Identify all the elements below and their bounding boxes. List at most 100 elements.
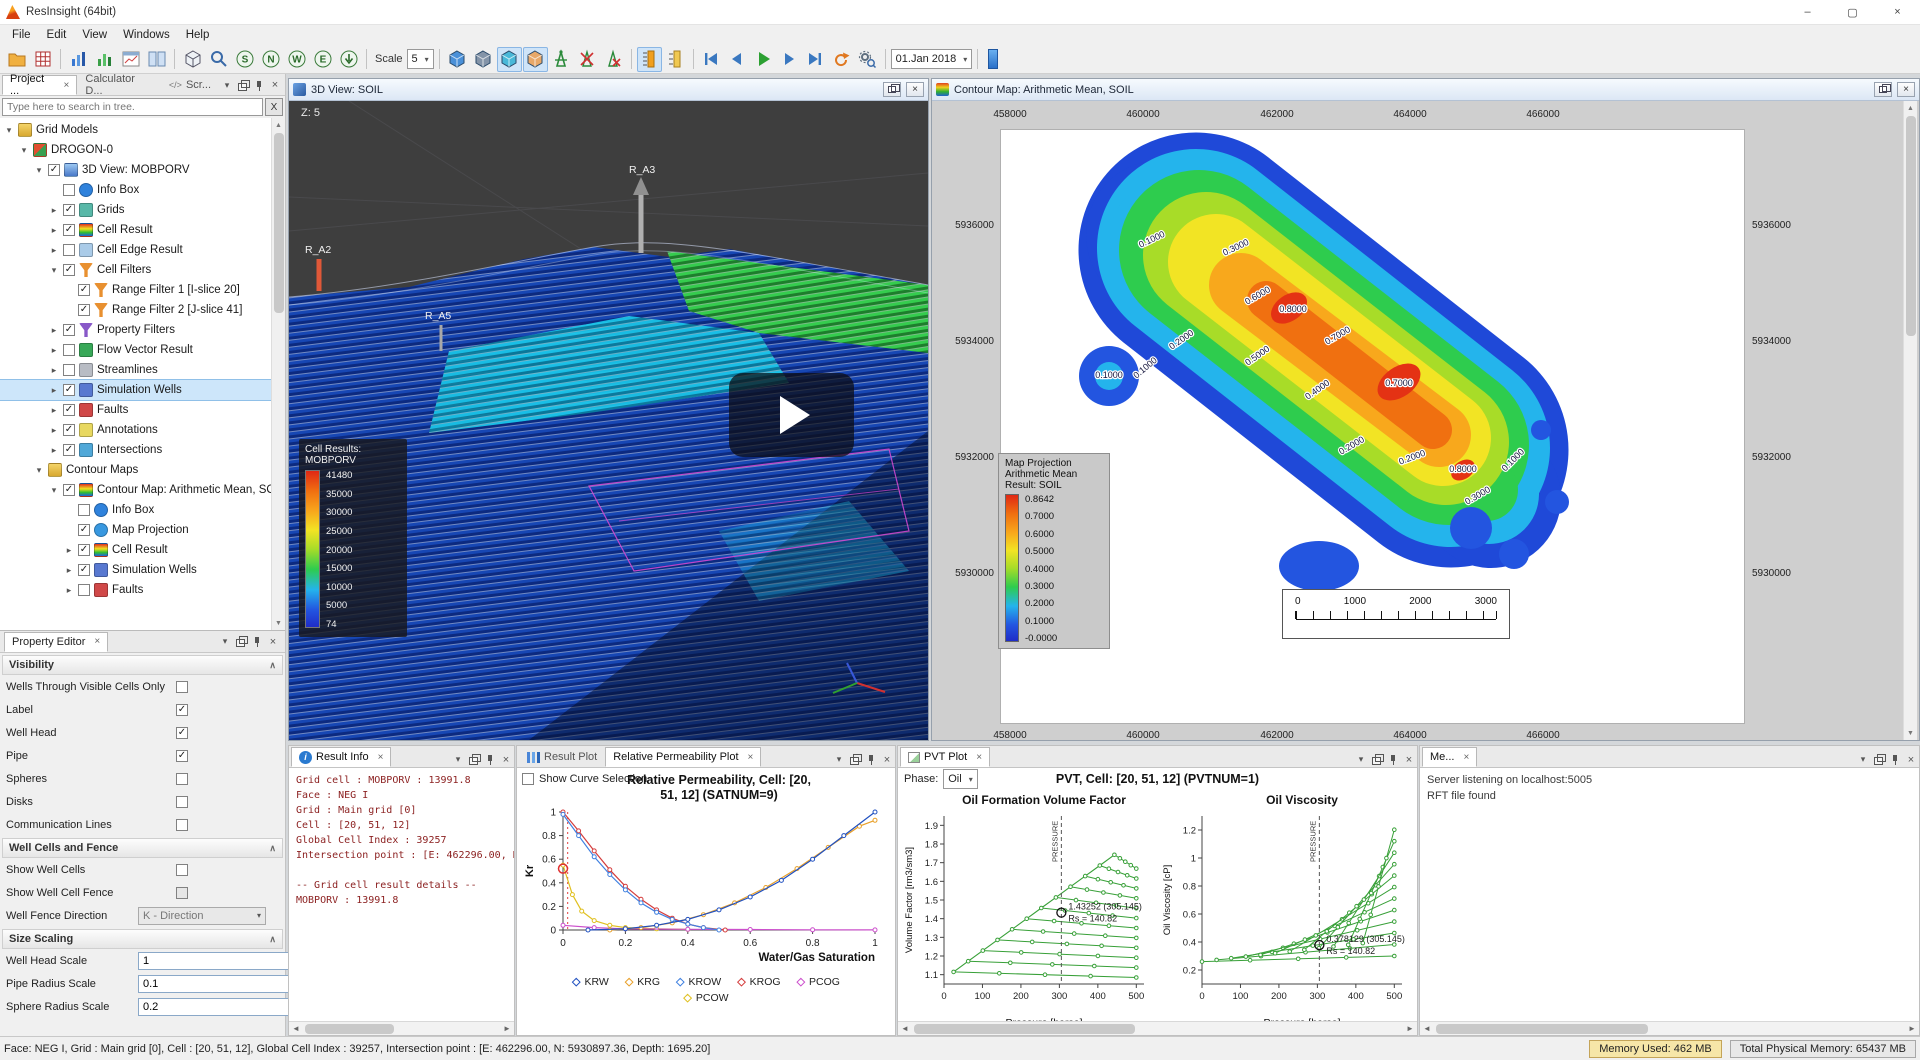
timestep-select[interactable]: 01.Jan 2018▾ — [891, 49, 973, 69]
expand-arrow-icon[interactable]: ▸ — [64, 585, 74, 596]
scroll-up-icon[interactable]: ▲ — [275, 118, 282, 132]
tree-item-checkbox[interactable]: ✓ — [48, 164, 60, 176]
look-from-above-button[interactable] — [336, 47, 361, 72]
animation-step-back-button[interactable] — [725, 47, 750, 72]
result-info-hscrollbar[interactable]: ◄► — [289, 1021, 514, 1035]
collapse-arrow-icon[interactable]: ▾ — [4, 125, 14, 136]
phase-select[interactable]: Oil ▾ — [943, 769, 977, 789]
legend-item-krw[interactable]: ◇KRW — [572, 975, 609, 988]
tree-item-checkbox[interactable]: ✓ — [63, 404, 75, 416]
open-project-button[interactable] — [4, 47, 29, 72]
expand-arrow-icon[interactable]: ▸ — [64, 565, 74, 576]
tree-item-simulation-wells[interactable]: ▸✓Simulation Wells — [0, 380, 271, 400]
tree-item-cell-result[interactable]: ▸✓Cell Result — [0, 220, 271, 240]
look-from-north-button[interactable]: N — [258, 47, 283, 72]
video-play-button[interactable] — [729, 373, 854, 457]
look-from-east-button[interactable]: E — [310, 47, 335, 72]
tree-item-simulation-wells[interactable]: ▸✓Simulation Wells — [0, 560, 271, 580]
messages-close-button[interactable]: × — [1903, 752, 1919, 767]
tree-item-checkbox[interactable]: ✓ — [63, 264, 75, 276]
pvt-float-button[interactable] — [1369, 752, 1385, 767]
tree-search-input[interactable] — [2, 98, 263, 116]
label-checkbox[interactable]: ✓ — [176, 704, 188, 716]
pvt-close-button[interactable]: × — [1401, 752, 1417, 767]
tree-item-checkbox[interactable] — [63, 244, 75, 256]
property-editor-tab[interactable]: Property Editor × — [4, 632, 108, 652]
contour-close-button[interactable]: × — [1897, 82, 1915, 97]
search-clear-button[interactable]: X — [265, 98, 283, 116]
tree-item-checkbox[interactable]: ✓ — [78, 524, 90, 536]
expand-arrow-icon[interactable]: ▸ — [49, 225, 59, 236]
tree-item-checkbox[interactable]: ✓ — [78, 304, 90, 316]
scroll-down-icon[interactable]: ▼ — [275, 616, 282, 630]
pvt-pin-button[interactable] — [1385, 752, 1401, 767]
close-button[interactable]: × — [1875, 0, 1920, 25]
tree-item-contour-map-arithmetic-mean-soil[interactable]: ▾✓Contour Map: Arithmetic Mean, SOIL — [0, 480, 271, 500]
animation-skip-to-end-button[interactable] — [803, 47, 828, 72]
left-dock-pin-button[interactable] — [251, 78, 267, 93]
expand-arrow-icon[interactable]: ▸ — [49, 205, 59, 216]
legend-item-pcow[interactable]: ◇PCOW — [683, 991, 728, 1004]
tree-item-checkbox[interactable] — [63, 184, 75, 196]
property-editor-close-icon[interactable]: × — [94, 636, 100, 647]
view3d-close-button[interactable]: × — [906, 82, 924, 97]
scale-select[interactable]: 5▾ — [407, 49, 434, 69]
tree-item-contour-maps[interactable]: ▾Contour Maps — [0, 460, 271, 480]
tab-close-icon[interactable]: × — [976, 752, 982, 763]
tree-item-map-projection[interactable]: ✓Map Projection — [0, 520, 271, 540]
toggle-color-legend-button[interactable] — [637, 47, 662, 72]
communication-lines-checkbox[interactable] — [176, 819, 188, 831]
tree-item-checkbox[interactable] — [78, 584, 90, 596]
expand-arrow-icon[interactable]: ▸ — [49, 345, 59, 356]
pvt-hscrollbar[interactable]: ◄► — [898, 1021, 1417, 1035]
messages-hscrollbar[interactable]: ◄► — [1420, 1021, 1919, 1035]
result-info-pin-button[interactable] — [482, 752, 498, 767]
toggle-info-box-button[interactable] — [663, 47, 688, 72]
dock-tab-project[interactable]: Project ...× — [2, 75, 77, 95]
contour-map-body[interactable]: 4580004580004600004600004620004620004640… — [932, 101, 1919, 740]
tree-item-cell-edge-result[interactable]: ▸Cell Edge Result — [0, 240, 271, 260]
tab-close-icon[interactable]: × — [378, 752, 384, 763]
tree-item-checkbox[interactable] — [63, 364, 75, 376]
contour-titlebar[interactable]: Contour Map: Arithmetic Mean, SOIL × — [932, 79, 1919, 101]
animation-skip-to-start-button[interactable] — [699, 47, 724, 72]
left-dock-menu-button[interactable]: ▾ — [219, 78, 235, 93]
expand-arrow-icon[interactable]: ▸ — [49, 425, 59, 436]
well-head-checkbox[interactable]: ✓ — [176, 727, 188, 739]
tree-item-grid-models[interactable]: ▾Grid Models — [0, 120, 271, 140]
minimize-button[interactable]: – — [1785, 0, 1830, 25]
contour-vertical-scrollbar[interactable]: ▲▼ — [1903, 101, 1917, 740]
tree-item-annotations[interactable]: ▸✓Annotations — [0, 420, 271, 440]
tree-item-checkbox[interactable]: ✓ — [63, 444, 75, 456]
pvt-menu-button[interactable]: ▾ — [1353, 752, 1369, 767]
contour-restore-button[interactable] — [1874, 82, 1892, 97]
section-well-cells-and-fence[interactable]: Well Cells and Fence∧ — [2, 838, 283, 858]
tree-item-checkbox[interactable] — [63, 344, 75, 356]
animation-play-button[interactable] — [751, 47, 776, 72]
animation-settings-button[interactable] — [855, 47, 880, 72]
disks-checkbox[interactable] — [176, 796, 188, 808]
tab-relative-permeability-plot[interactable]: Relative Permeability Plot × — [605, 747, 761, 767]
spheres-checkbox[interactable] — [176, 773, 188, 785]
expand-arrow-icon[interactable]: ▸ — [49, 405, 59, 416]
messages-pin-button[interactable] — [1887, 752, 1903, 767]
tree-item-cell-filters[interactable]: ▾✓Cell Filters — [0, 260, 271, 280]
messages-float-button[interactable] — [1871, 752, 1887, 767]
tab-result-info[interactable]: i Result Info × — [291, 747, 391, 767]
expand-arrow-icon[interactable]: ▸ — [64, 545, 74, 556]
tree-item-flow-vector-result[interactable]: ▸Flow Vector Result — [0, 340, 271, 360]
legend-item-krg[interactable]: ◇KRG — [625, 975, 660, 988]
tree-item-checkbox[interactable]: ✓ — [63, 384, 75, 396]
tree-item-info-box[interactable]: Info Box — [0, 500, 271, 520]
expand-arrow-icon[interactable]: ▸ — [49, 245, 59, 256]
menu-view[interactable]: View — [74, 27, 115, 43]
scroll-thumb[interactable] — [274, 133, 284, 313]
menu-file[interactable]: File — [4, 27, 39, 43]
new-well-log-plot-button[interactable] — [118, 47, 143, 72]
menu-edit[interactable]: Edit — [39, 27, 75, 43]
relperm-pin-button[interactable] — [863, 752, 879, 767]
tree-item-3d-view-mobporv[interactable]: ▾✓3D View: MOBPORV — [0, 160, 271, 180]
tree-item-range-filter-2-j-slice-41[interactable]: ✓Range Filter 2 [J-slice 41] — [0, 300, 271, 320]
result-info-float-button[interactable] — [466, 752, 482, 767]
look-from-south-button[interactable]: S — [232, 47, 257, 72]
